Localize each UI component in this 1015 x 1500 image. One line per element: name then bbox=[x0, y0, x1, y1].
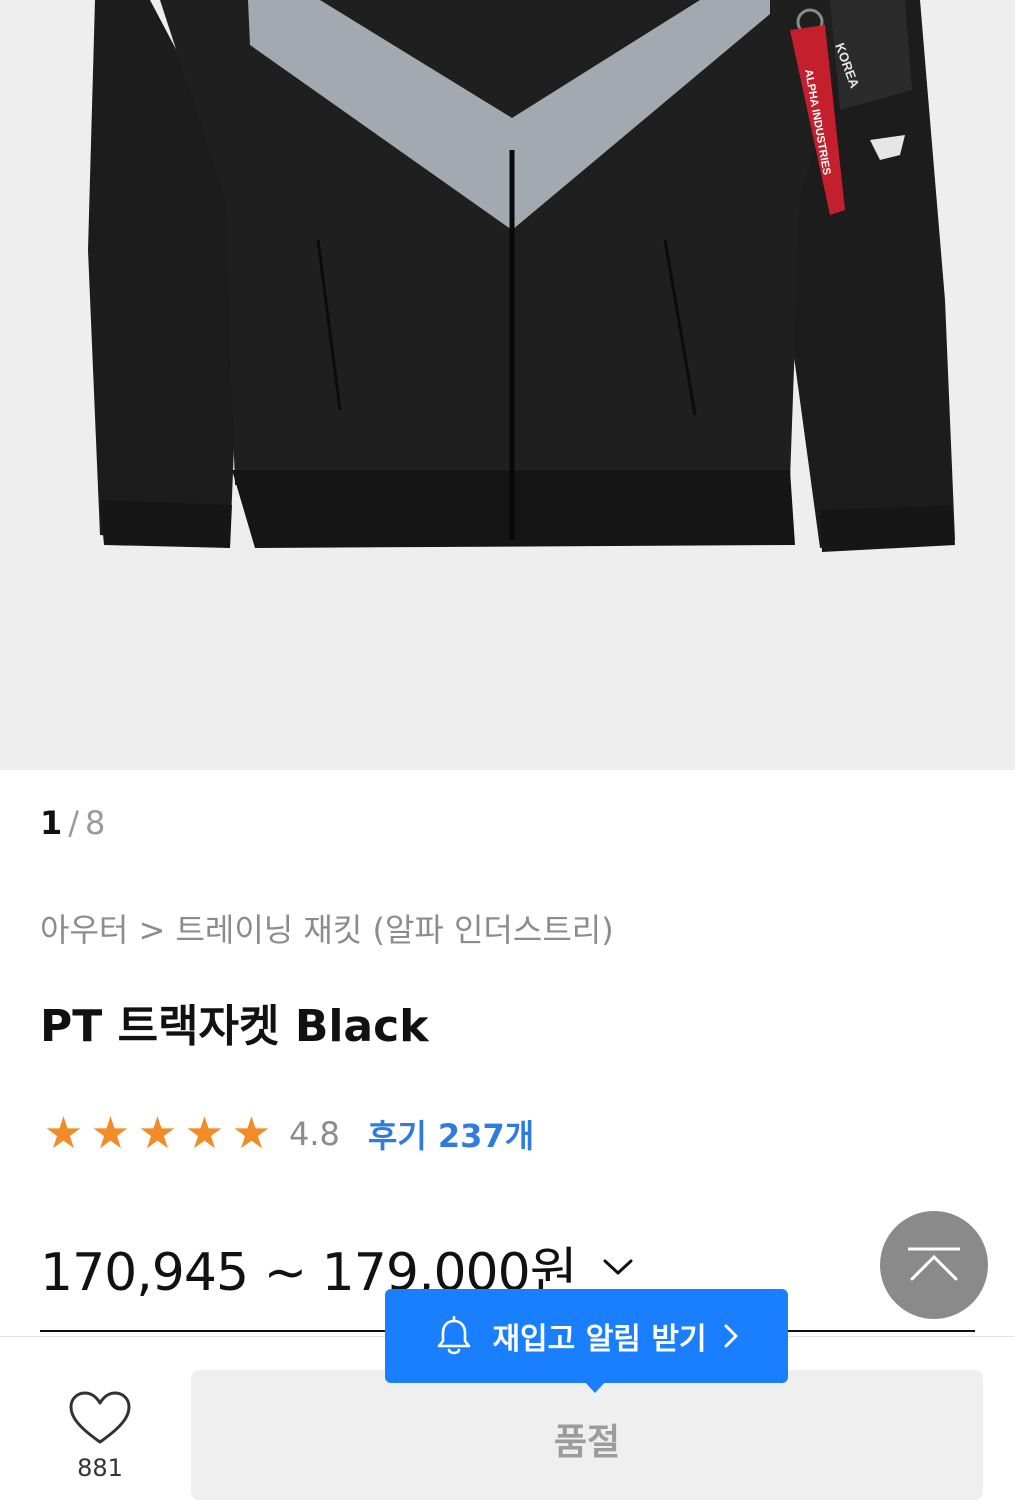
restock-tooltip-tail bbox=[584, 1381, 606, 1393]
chevron-down-icon[interactable] bbox=[601, 1256, 635, 1278]
review-link[interactable]: 후기 237개 bbox=[368, 1111, 534, 1157]
gallery-current: 1 bbox=[40, 804, 63, 842]
gallery-separator: / bbox=[68, 804, 80, 842]
scroll-top-button[interactable] bbox=[880, 1211, 988, 1319]
like-button[interactable]: 881 bbox=[60, 1390, 140, 1482]
star-icon: ★ bbox=[231, 1108, 272, 1159]
rating-stars: ★ ★ ★ ★ ★ bbox=[40, 1112, 275, 1156]
bell-icon bbox=[438, 1315, 471, 1355]
restock-alert-button[interactable]: 재입고 알림 받기 bbox=[385, 1289, 788, 1383]
heart-icon bbox=[69, 1391, 131, 1444]
soldout-label: 품절 bbox=[553, 1422, 621, 1463]
star-icon: ★ bbox=[90, 1108, 131, 1159]
gallery-total: 8 bbox=[85, 804, 106, 842]
chevron-right-icon bbox=[724, 1324, 738, 1348]
product-image[interactable]: ALPHA INDUSTRIES KOREA bbox=[0, 0, 1015, 770]
star-icon: ★ bbox=[184, 1108, 225, 1159]
breadcrumb[interactable]: 아우터 > 트레이닝 재킷 (알파 인더스트리) bbox=[40, 908, 614, 952]
star-icon: ★ bbox=[137, 1108, 178, 1159]
like-count: 881 bbox=[77, 1454, 123, 1482]
jacket-illustration: ALPHA INDUSTRIES KOREA bbox=[88, 0, 955, 552]
arrow-up-icon bbox=[908, 1247, 960, 1281]
star-icon: ★ bbox=[43, 1108, 84, 1159]
rating-row: ★ ★ ★ ★ ★ 4.8 후기 237개 bbox=[40, 1112, 534, 1156]
rating-value: 4.8 bbox=[289, 1115, 340, 1153]
restock-alert-label: 재입고 알림 받기 bbox=[492, 1322, 707, 1357]
product-title: PT 트랙자켓 Black bbox=[40, 1001, 429, 1052]
gallery-counter: 1/8 bbox=[40, 803, 105, 843]
